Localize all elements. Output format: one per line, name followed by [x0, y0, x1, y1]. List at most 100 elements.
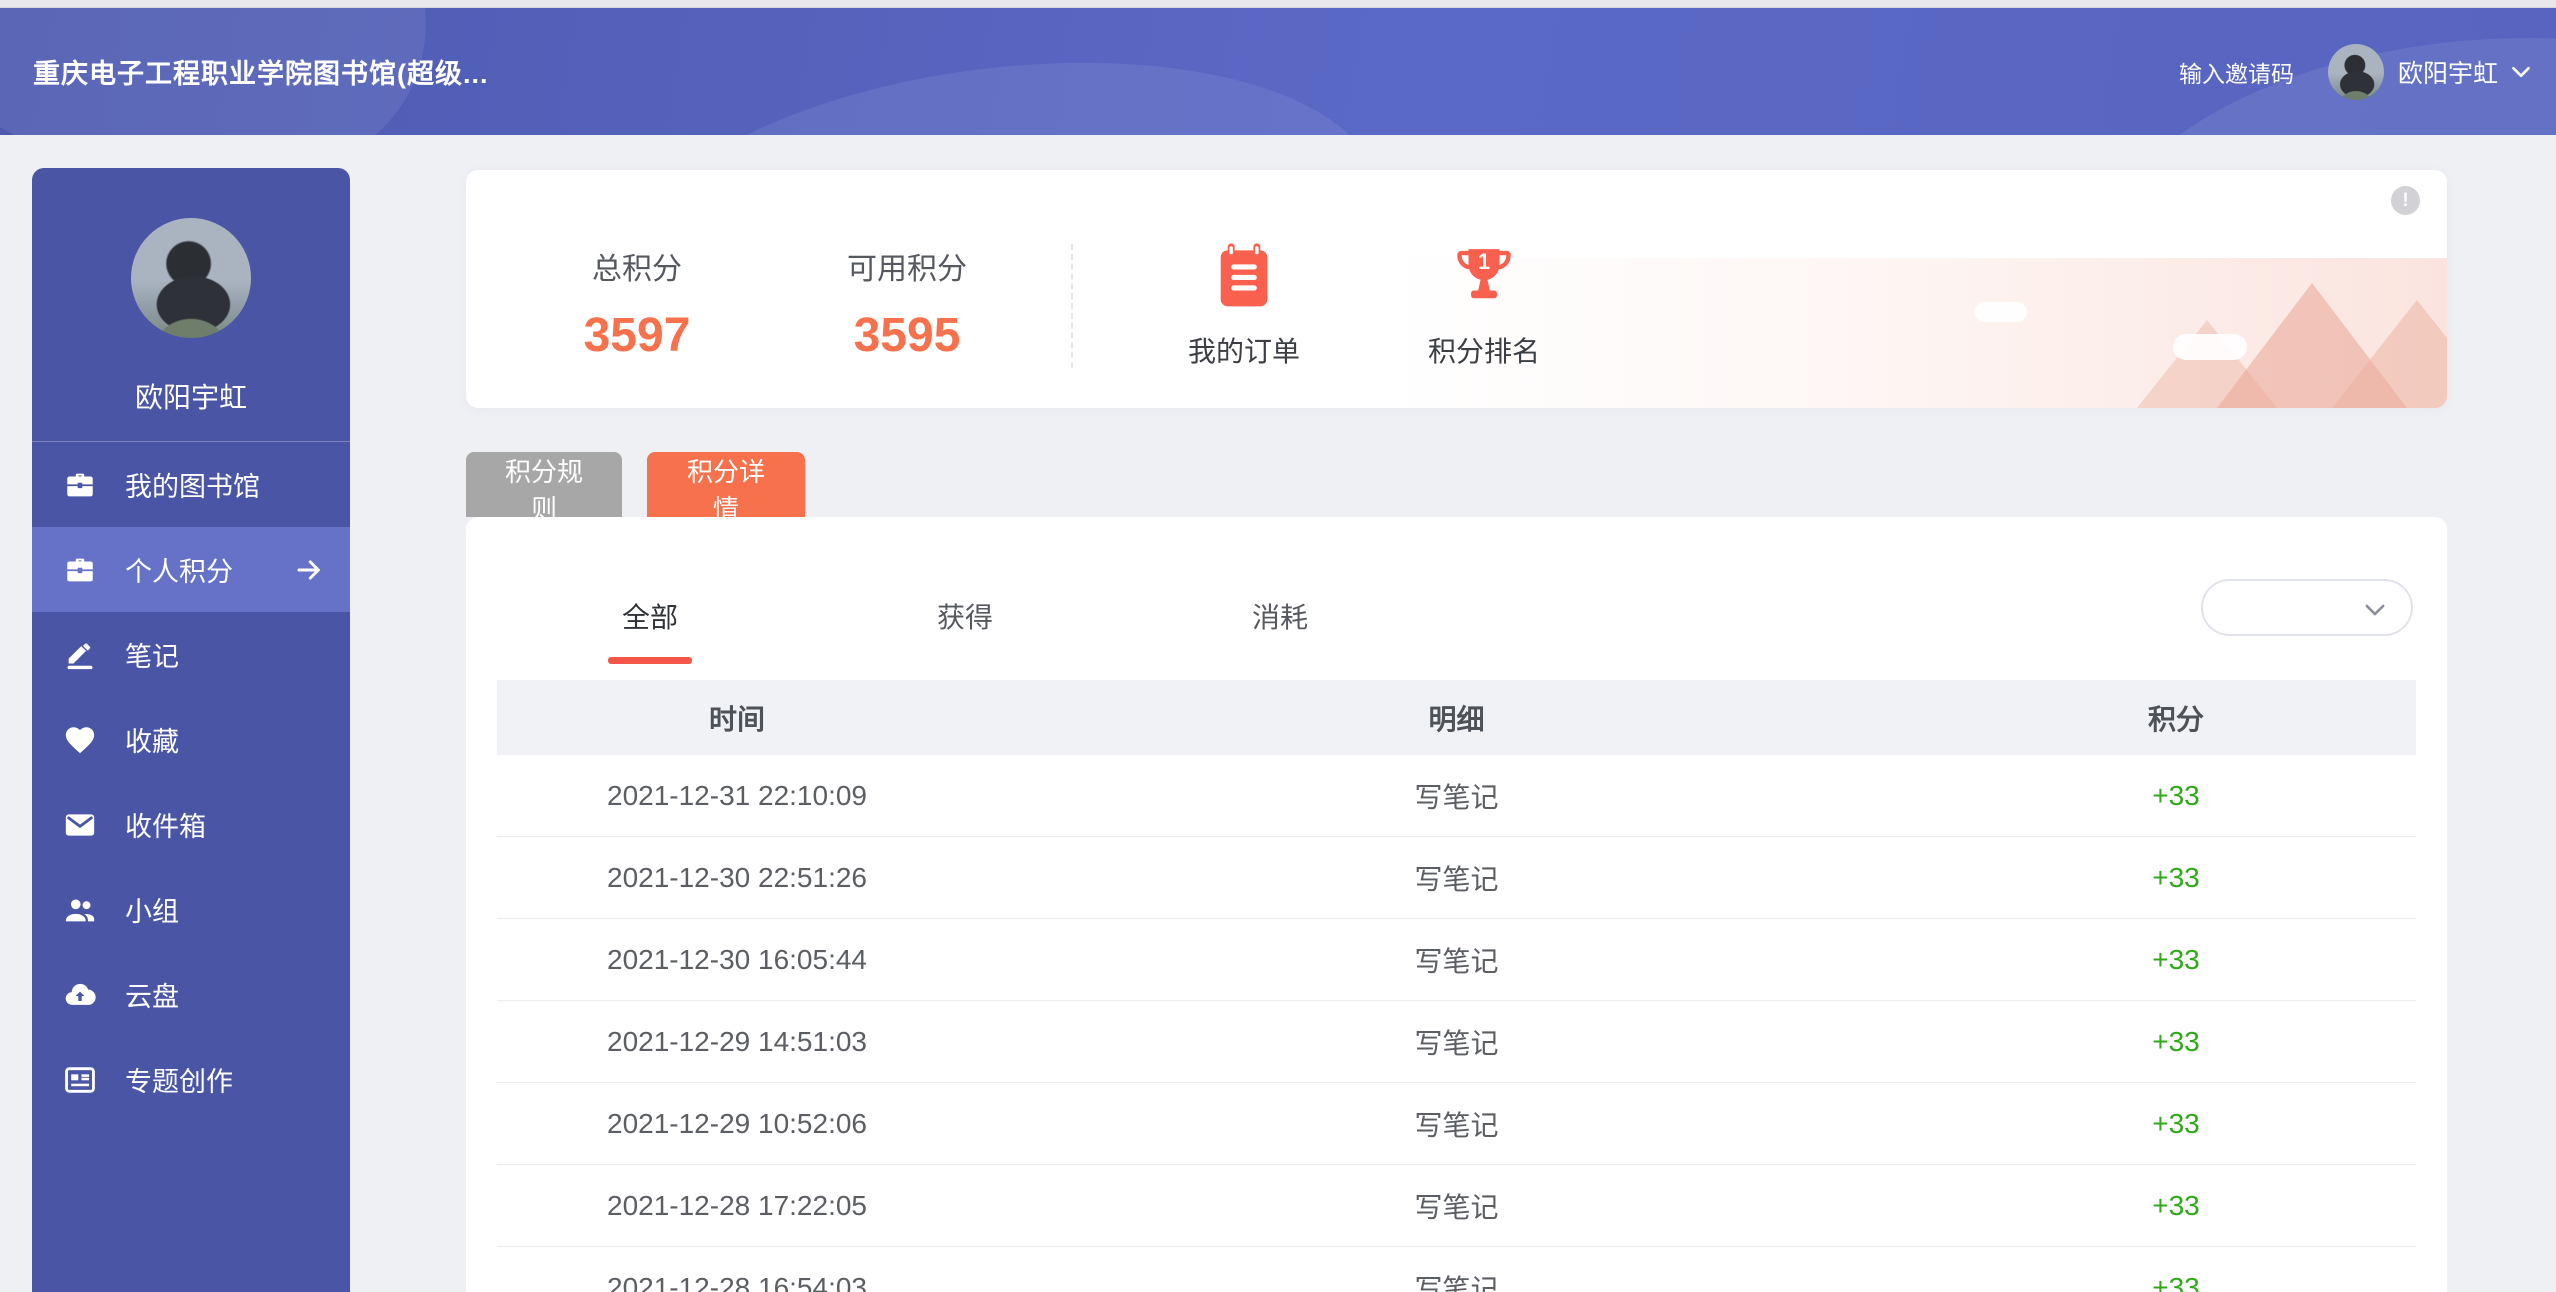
total-points-label: 总积分 — [592, 253, 682, 286]
row-detail: 写笔记 — [1414, 1191, 1499, 1223]
arrow-right-icon — [297, 559, 320, 580]
sidebar-item-my-library[interactable]: 我的图书馆 — [32, 442, 350, 527]
article-icon — [62, 1062, 98, 1098]
row-points: +33 — [2152, 861, 2200, 893]
app-header: 重庆电子工程职业学院图书馆(超级... 输入邀请码 欧阳宇虹 — [0, 8, 2556, 135]
sidebar-item-label: 小组 — [125, 897, 179, 927]
filter-tab-all[interactable]: 全部 — [622, 596, 678, 636]
row-detail: 写笔记 — [1414, 1027, 1499, 1059]
table-row: 2021-12-31 22:10:09 写笔记 +33 — [497, 755, 2416, 837]
row-detail: 写笔记 — [1414, 781, 1499, 813]
available-points-stat: 可用积分 3595 — [812, 244, 1002, 363]
row-points: +33 — [2152, 943, 2200, 975]
row-time: 2021-12-29 14:51:03 — [607, 1025, 867, 1057]
row-time: 2021-12-30 22:51:26 — [607, 861, 867, 893]
clipboard-icon — [1164, 242, 1324, 312]
sidebar-item-label: 我的图书馆 — [125, 472, 260, 502]
info-icon[interactable]: ! — [2391, 186, 2420, 215]
invite-code-link[interactable]: 输入邀请码 — [2179, 55, 2294, 89]
sidebar-nav: 我的图书馆 个人积分 笔记 收藏 收件箱 小组 云盘 专题创作 — [32, 442, 350, 1122]
cloud-decoration — [2173, 334, 2247, 360]
points-ranking-label: 积分排名 — [1427, 336, 1540, 367]
pencil-icon — [62, 637, 98, 673]
column-header-detail: 明细 — [1428, 703, 1485, 735]
row-points: +33 — [2152, 1025, 2200, 1057]
filter-tab-earned[interactable]: 获得 — [937, 596, 993, 636]
row-detail: 写笔记 — [1414, 1109, 1499, 1141]
heart-icon — [62, 722, 98, 758]
sidebar-item-groups[interactable]: 小组 — [32, 867, 350, 952]
filter-tabs: 全部 获得 消耗 — [622, 596, 1567, 636]
points-tabs: 积分规则 积分详情 — [466, 452, 805, 524]
tab-points-rules[interactable]: 积分规则 — [466, 452, 622, 524]
points-ranking-button[interactable]: 1 积分排名 — [1404, 242, 1564, 370]
my-orders-button[interactable]: 我的订单 — [1164, 242, 1324, 370]
sidebar-item-label: 云盘 — [125, 982, 179, 1012]
sidebar-item-label: 收件箱 — [125, 812, 206, 842]
row-points: +33 — [2152, 779, 2200, 811]
briefcase-icon — [62, 467, 98, 503]
trophy-icon: 1 — [1404, 242, 1564, 312]
points-detail-panel: 全部 获得 消耗 时间 明细 积分 2021-12-31 22:10:09 写笔… — [466, 517, 2447, 1292]
table-row: 2021-12-30 22:51:26 写笔记 +33 — [497, 837, 2416, 919]
sidebar-username: 欧阳宇虹 — [134, 382, 247, 413]
row-time: 2021-12-30 16:05:44 — [607, 943, 867, 975]
table-row: 2021-12-28 17:22:05 写笔记 +33 — [497, 1165, 2416, 1247]
tab-points-details[interactable]: 积分详情 — [647, 452, 805, 524]
pyramid-decoration — [2332, 300, 2447, 408]
points-summary-card: ! 总积分 3597 可用积分 3595 我的订单 1 积分排名 — [466, 170, 2447, 408]
row-time: 2021-12-29 10:52:06 — [607, 1107, 867, 1139]
row-points: +33 — [2152, 1107, 2200, 1139]
row-detail: 写笔记 — [1414, 1273, 1499, 1292]
dashed-divider — [1071, 244, 1073, 368]
available-points-label: 可用积分 — [847, 253, 967, 286]
sidebar-avatar[interactable] — [131, 218, 251, 338]
column-header-points: 积分 — [2147, 703, 2204, 735]
total-points-stat: 总积分 3597 — [542, 244, 732, 363]
row-time: 2021-12-28 16:54:03 — [607, 1271, 867, 1292]
svg-text:1: 1 — [1478, 249, 1490, 274]
sidebar-item-cloud-drive[interactable]: 云盘 — [32, 952, 350, 1037]
sidebar-item-label: 个人积分 — [125, 557, 233, 587]
sidebar: 欧阳宇虹 我的图书馆 个人积分 笔记 收藏 收件箱 小组 云盘 专题创作 — [32, 168, 350, 1292]
row-detail: 写笔记 — [1414, 863, 1499, 895]
my-orders-label: 我的订单 — [1187, 336, 1300, 367]
sidebar-item-favorites[interactable]: 收藏 — [32, 697, 350, 782]
sidebar-item-label: 收藏 — [125, 727, 179, 757]
filter-select[interactable] — [2201, 579, 2413, 636]
cloud-upload-icon — [62, 977, 98, 1013]
sidebar-item-topic-creation[interactable]: 专题创作 — [32, 1037, 350, 1122]
row-points: +33 — [2152, 1189, 2200, 1221]
row-detail: 写笔记 — [1414, 945, 1499, 977]
header-avatar[interactable] — [2327, 43, 2384, 100]
page-title: 重庆电子工程职业学院图书馆(超级... — [33, 59, 489, 89]
header-wave-decoration — [602, 22, 1398, 135]
chevron-down-icon — [2365, 604, 2385, 616]
column-header-time: 时间 — [708, 703, 765, 735]
header-username[interactable]: 欧阳宇虹 — [2398, 54, 2498, 90]
sidebar-item-label: 笔记 — [125, 642, 179, 672]
points-table-body: 2021-12-31 22:10:09 写笔记 +33 2021-12-30 2… — [497, 755, 2416, 1292]
row-time: 2021-12-31 22:10:09 — [607, 779, 867, 811]
sidebar-item-notes[interactable]: 笔记 — [32, 612, 350, 697]
row-points: +33 — [2152, 1271, 2200, 1292]
window-top-strip — [0, 0, 2556, 8]
sidebar-item-inbox[interactable]: 收件箱 — [32, 782, 350, 867]
available-points-value: 3595 — [853, 309, 961, 362]
table-row: 2021-12-29 10:52:06 写笔记 +33 — [497, 1083, 2416, 1165]
total-points-value: 3597 — [583, 309, 691, 362]
table-header: 时间 明细 积分 — [497, 680, 2416, 755]
header-user-area: 输入邀请码 欧阳宇虹 — [2179, 8, 2534, 135]
row-time: 2021-12-28 17:22:05 — [607, 1189, 867, 1221]
table-row: 2021-12-29 14:51:03 写笔记 +33 — [497, 1001, 2416, 1083]
sidebar-item-personal-points[interactable]: 个人积分 — [32, 527, 350, 612]
table-row: 2021-12-28 16:54:03 写笔记 +33 — [497, 1247, 2416, 1292]
briefcase-icon — [62, 552, 98, 588]
chevron-down-icon[interactable] — [2508, 59, 2534, 85]
sidebar-item-label: 专题创作 — [125, 1067, 233, 1097]
cloud-decoration — [1975, 302, 2027, 322]
filter-tab-spent[interactable]: 消耗 — [1252, 596, 1308, 636]
mail-icon — [62, 807, 98, 843]
table-row: 2021-12-30 16:05:44 写笔记 +33 — [497, 919, 2416, 1001]
group-icon — [62, 892, 98, 928]
